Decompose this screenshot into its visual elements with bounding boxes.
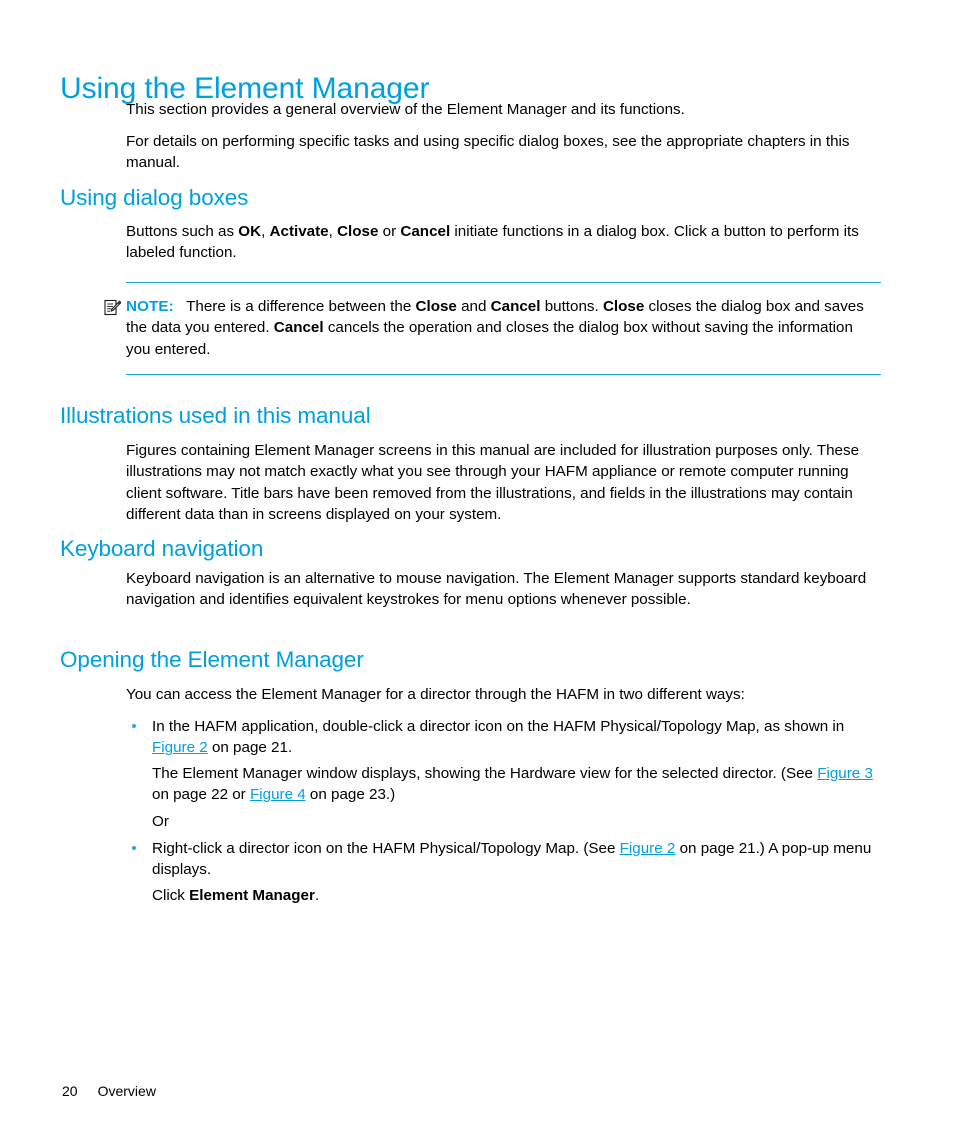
section-heading-opening-element-manager: Opening the Element Manager [60, 647, 890, 673]
menu-item-element-manager: Element Manager [189, 887, 315, 904]
heading-text: Using dialog boxes [60, 185, 249, 210]
opening-lead-paragraph: You can access the Element Manager for a… [126, 684, 882, 705]
text-frag: Buttons such as [126, 223, 239, 240]
intro-paragraph-1: This section provides a general overview… [126, 99, 882, 120]
text-frag: Right-click a director icon on the HAFM … [152, 840, 620, 857]
heading-text: Illustrations used in this manual [60, 403, 371, 428]
button-name-activate: Activate [269, 223, 329, 240]
sub-paragraph-1: The Element Manager window displays, sho… [126, 763, 882, 806]
bullet-item-1: In the HAFM application, double-click a … [126, 716, 882, 759]
bullet-item-1-text: In the HAFM application, double-click a … [152, 716, 882, 759]
text-frag: , [328, 223, 338, 240]
figure-3-link[interactable]: Figure 3 [817, 765, 873, 782]
button-name-cancel: Cancel [400, 223, 451, 240]
sub-paragraph-2-body: Click Element Manager. [126, 885, 882, 906]
intro-text-2: For details on performing specific tasks… [126, 133, 850, 172]
list-item: Right-click a director icon on the HAFM … [126, 838, 882, 881]
note-label: NOTE: [126, 298, 174, 315]
opening-lead-text: You can access the Element Manager for a… [126, 686, 745, 703]
button-name-ok: OK [238, 223, 262, 240]
bullet-item-2-text: Right-click a director icon on the HAFM … [152, 838, 882, 881]
keyboard-navigation-paragraph: Keyboard navigation is an alternative to… [126, 568, 882, 611]
button-name-close: Close [337, 223, 379, 240]
or-separator: Or [126, 811, 882, 832]
note-callout: NOTE: There is a difference between the … [104, 282, 881, 375]
section-heading-keyboard-navigation: Keyboard navigation [60, 536, 890, 562]
bullet-item-2: Right-click a director icon on the HAFM … [126, 838, 882, 881]
text-frag: on page 23.) [305, 786, 396, 804]
page-footer: 20 Overview [62, 1082, 156, 1100]
note-content: NOTE: There is a difference between the … [104, 283, 881, 374]
text-frag: In the HAFM application, double-click a … [152, 718, 845, 735]
figure-2-link[interactable]: Figure 2 [620, 840, 676, 857]
text-frag: on page 21. [207, 739, 293, 757]
note-bottom-rule [126, 373, 881, 375]
sub-paragraph-1-body: The Element Manager window displays, sho… [126, 763, 882, 806]
illustrations-paragraph: Figures containing Element Manager scree… [126, 440, 882, 525]
section-heading-illustrations: Illustrations used in this manual [60, 403, 890, 429]
bullet-dot-icon [132, 724, 136, 728]
footer-section-name: Overview [97, 1083, 156, 1099]
sub-paragraph-1-text: The Element Manager window displays, sho… [152, 763, 882, 806]
sub-paragraph-2: Click Element Manager. [126, 885, 882, 906]
text-frag: on page 22 or [152, 786, 250, 804]
bullet-dot-icon [132, 846, 136, 850]
text-frag: . [314, 887, 320, 904]
keyboard-navigation-text: Keyboard navigation is an alternative to… [126, 570, 867, 609]
button-name-close: Close [602, 298, 645, 315]
note-pencil-icon [104, 299, 122, 316]
text-frag: buttons. [540, 298, 603, 315]
intro-text-1: This section provides a general overview… [126, 101, 685, 118]
button-name-cancel: Cancel [273, 319, 324, 337]
footer-page-number: 20 [62, 1083, 78, 1099]
button-name-cancel: Cancel [490, 298, 541, 315]
list-item: In the HAFM application, double-click a … [126, 716, 882, 759]
document-page: Using the Element Manager This section p… [0, 0, 954, 1145]
text-frag: and [456, 298, 491, 315]
heading-text: Keyboard navigation [60, 536, 264, 561]
or-text: Or [152, 813, 169, 830]
dialog-boxes-paragraph: Buttons such as OK, Activate, Close or C… [126, 221, 882, 264]
note-paragraph: NOTE: There is a difference between the … [126, 296, 881, 360]
figure-4-link[interactable]: Figure 4 [250, 786, 306, 803]
section-heading-dialog-boxes: Using dialog boxes [60, 185, 890, 211]
text-frag: Click [152, 887, 190, 904]
figure-2-link[interactable]: Figure 2 [152, 739, 208, 756]
text-frag: , [261, 223, 270, 240]
intro-paragraph-2: For details on performing specific tasks… [126, 131, 882, 174]
text-frag: The Element Manager window displays, sho… [152, 765, 818, 782]
text-frag: There is a difference between the [186, 298, 416, 315]
illustrations-text: Figures containing Element Manager scree… [126, 442, 860, 523]
button-name-close: Close [415, 298, 457, 315]
dialog-boxes-text: Buttons such as OK, Activate, Close or C… [126, 221, 882, 264]
or-body: Or [126, 811, 882, 832]
heading-text: Opening the Element Manager [60, 647, 364, 672]
text-frag: or [378, 223, 401, 240]
sub-paragraph-2-text: Click Element Manager. [152, 885, 882, 906]
